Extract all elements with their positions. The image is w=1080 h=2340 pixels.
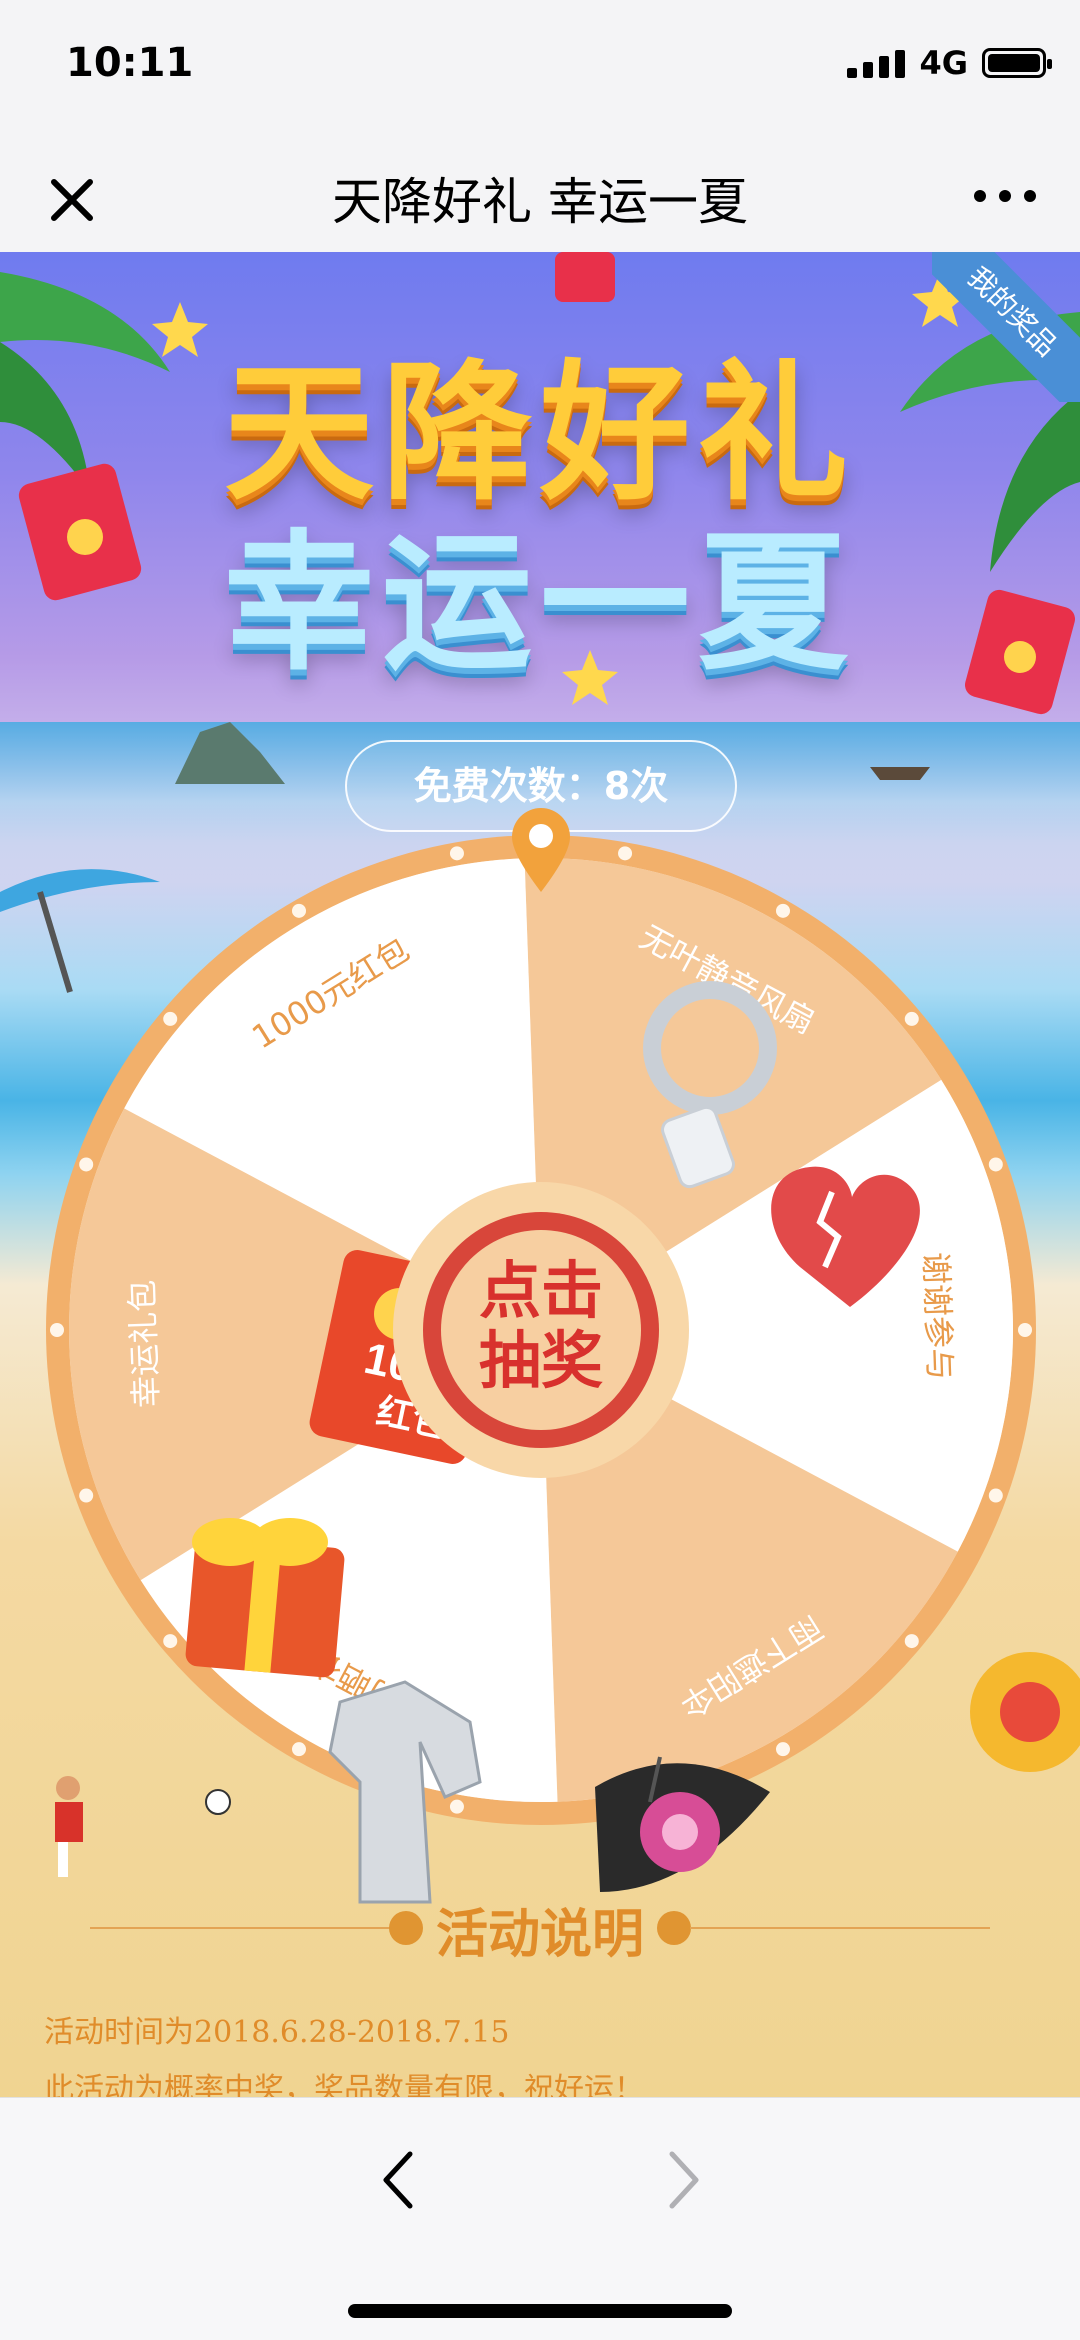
draw-button[interactable]: 点击 抽奖 <box>393 1182 689 1478</box>
wheel-prize-label: 谢谢参与 <box>917 1252 959 1381</box>
gift-box-icon <box>185 1518 345 1678</box>
rim-dot <box>292 1742 306 1757</box>
status-bar: 10:11 4G <box>0 0 1080 140</box>
forward-icon[interactable] <box>664 2148 704 2212</box>
divider-line <box>690 1927 990 1929</box>
rim-dot <box>988 1488 1003 1503</box>
rim-dot <box>904 1634 919 1649</box>
prize-wheel: 无叶静音风扇谢谢参与雨下遮阳伞防晒衣幸运礼包1000元红包 红包 点击 抽奖 <box>46 808 1036 1904</box>
rim-dot <box>292 903 306 918</box>
battery-icon <box>982 48 1052 78</box>
back-icon[interactable] <box>378 2148 418 2212</box>
draw-button-line2: 抽奖 <box>479 1324 603 1397</box>
rim-dot <box>163 1634 178 1649</box>
status-indicators: 4G <box>847 44 1052 82</box>
status-time: 10:11 <box>66 40 194 86</box>
rim-dot <box>1018 1323 1032 1337</box>
draw-button-line1: 点击 <box>479 1254 603 1327</box>
activity-title: 活动说明 <box>435 1905 644 1965</box>
rim-dot <box>776 903 790 918</box>
activity-time: 活动时间为2018.6.28-2018.7.15 <box>44 2015 510 2050</box>
network-type: 4G <box>919 44 968 82</box>
page-title: 天降好礼 幸运一夏 <box>332 173 748 231</box>
more-icon[interactable] <box>970 176 1040 216</box>
wheel-prize-label: 幸运礼包 <box>123 1279 165 1408</box>
lottery-page: 天降好礼 幸运一夏 我的奖品 免费次数：8次 无叶静音风扇 谢谢参与 雨下遮阳伞 防晒… <box>0 252 1080 2097</box>
rim-dot <box>449 1799 464 1814</box>
rim-dot <box>988 1157 1003 1172</box>
browser-toolbar <box>0 2097 1080 2340</box>
nav-bar: 天降好礼 幸运一夏 <box>0 140 1080 253</box>
rim-dot <box>163 1011 178 1026</box>
activity-header: 活动说明 <box>0 1892 1080 1965</box>
home-indicator <box>348 2304 732 2318</box>
rim-dot <box>904 1011 919 1026</box>
rim-dot <box>79 1157 94 1172</box>
rim-dot <box>618 846 633 861</box>
rim-dot <box>449 846 464 861</box>
sun-jacket-icon <box>328 1680 482 1904</box>
signal-icon <box>847 48 906 78</box>
activity-note: 此活动为概率中奖，奖品数量有限，祝好运！ <box>44 2072 644 2097</box>
rim-dot <box>50 1323 64 1337</box>
rim-dot <box>79 1488 94 1503</box>
divider-dot <box>657 1911 691 1945</box>
rim-dot <box>776 1742 790 1757</box>
